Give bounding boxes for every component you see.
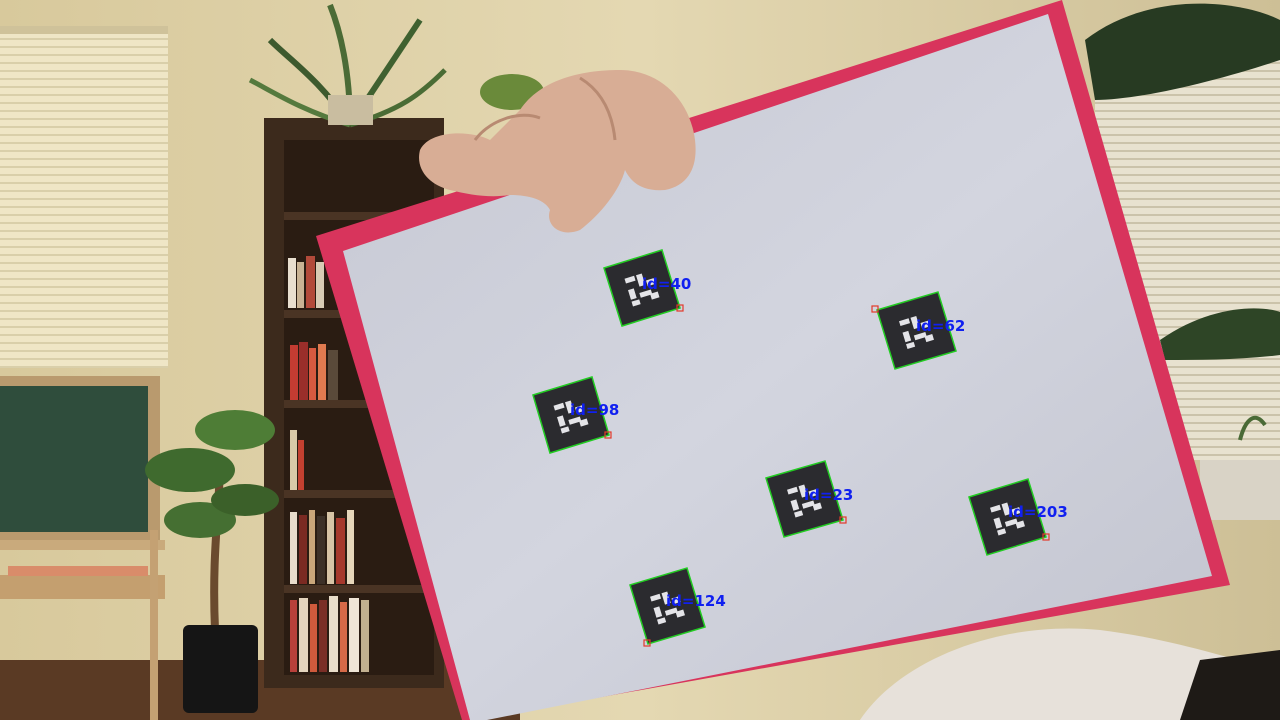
window-blinds-left [0, 26, 168, 368]
marker-label-23: id=23 [804, 486, 854, 504]
marker-label-124: id=124 [666, 592, 726, 610]
marker-label-203: id=203 [1008, 503, 1068, 521]
marker-label-40: id=40 [642, 275, 692, 293]
marker-label-98: id=98 [570, 401, 620, 419]
camera-frame [0, 0, 1280, 720]
marker-label-62: id=62 [916, 317, 966, 335]
